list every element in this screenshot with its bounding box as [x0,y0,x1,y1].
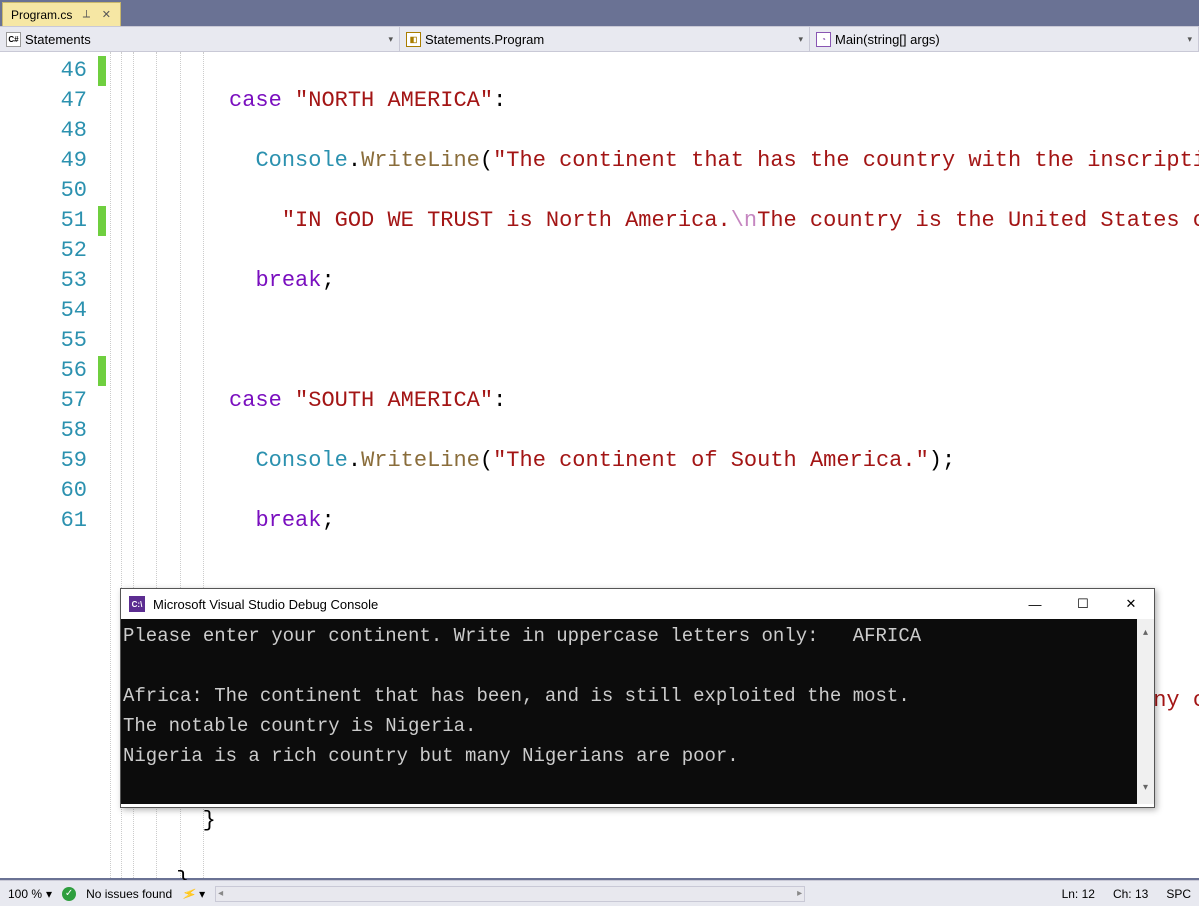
line-number: 60 [0,476,87,506]
line-number: 56 [0,356,87,386]
chevron-down-icon: ▾ [1187,34,1192,45]
check-icon: ✓ [62,887,76,901]
code-editor[interactable]: 46 47 48 49 50 51 52 53 54 55 56 57 58 5… [0,52,1199,878]
console-text: Please enter your continent. Write in up… [123,625,921,767]
class-label: Statements.Program [425,32,544,47]
zoom-value: 100 % [8,887,42,901]
line-numbers: 46 47 48 49 50 51 52 53 54 55 56 57 58 5… [0,52,95,536]
bolt-icon: ⚡ [180,884,199,902]
zoom-control[interactable]: 100 % ▾ [8,887,52,901]
line-number: 61 [0,506,87,536]
line-number: 51 [0,206,87,236]
line-number: 48 [0,116,87,146]
scroll-up-icon[interactable]: ▴ [1143,619,1148,649]
scroll-left-icon[interactable]: ◂ [218,888,223,899]
line-number: 55 [0,326,87,356]
chevron-down-icon: ▾ [388,34,393,45]
navigation-bar: C# Statements ▾ ◧ Statements.Program ▾ ◔… [0,26,1199,52]
line-number: 49 [0,146,87,176]
console-scrollbar[interactable]: ▴▾ [1137,619,1154,804]
line-number: 54 [0,296,87,326]
close-button[interactable]: ✕ [1116,594,1146,614]
console-titlebar[interactable]: C:\ Microsoft Visual Studio Debug Consol… [121,589,1154,619]
class-icon: ◧ [406,32,421,47]
col-indicator[interactable]: Ch: 13 [1113,887,1148,901]
csharp-icon: C# [6,32,21,47]
project-scope-dropdown[interactable]: C# Statements ▾ [0,27,400,51]
health-indicator[interactable]: ⚡ ▾ [182,887,205,901]
line-number: 58 [0,416,87,446]
line-indicator[interactable]: Ln: 12 [1062,887,1095,901]
method-icon: ◔ [816,32,831,47]
chevron-down-icon: ▾ [798,34,803,45]
console-output[interactable]: Please enter your continent. Write in up… [121,619,1154,804]
scope-label: Statements [25,32,91,47]
file-tab[interactable]: Program.cs ⟂ ✕ [2,2,121,26]
tab-bar: Program.cs ⟂ ✕ [0,0,1199,26]
tab-title: Program.cs [11,8,72,22]
chevron-down-icon: ▾ [199,887,205,901]
line-number: 59 [0,446,87,476]
line-number: 50 [0,176,87,206]
console-title-text: Microsoft Visual Studio Debug Console [153,597,378,612]
member-label: Main(string[] args) [835,32,940,47]
scroll-down-icon[interactable]: ▾ [1143,774,1148,804]
member-dropdown[interactable]: ◔ Main(string[] args) ▾ [810,27,1199,51]
scroll-right-icon[interactable]: ▸ [797,888,802,899]
issues-label: No issues found [86,887,172,901]
close-icon[interactable]: ✕ [100,9,112,21]
line-number: 53 [0,266,87,296]
line-number: 57 [0,386,87,416]
class-dropdown[interactable]: ◧ Statements.Program ▾ [400,27,810,51]
maximize-button[interactable]: ☐ [1068,594,1098,614]
line-number: 47 [0,86,87,116]
line-number: 52 [0,236,87,266]
minimize-button[interactable]: — [1020,594,1050,614]
debug-console-window[interactable]: C:\ Microsoft Visual Studio Debug Consol… [120,588,1155,808]
console-app-icon: C:\ [129,596,145,612]
chevron-down-icon: ▾ [46,887,52,901]
pin-icon[interactable]: ⟂ [80,9,92,21]
line-number: 46 [0,56,87,86]
spaces-indicator[interactable]: SPC [1166,887,1191,901]
horizontal-scrollbar[interactable]: ◂ ▸ [215,886,805,902]
status-bar: 100 % ▾ ✓ No issues found ⚡ ▾ ◂ ▸ Ln: 12… [0,880,1199,906]
